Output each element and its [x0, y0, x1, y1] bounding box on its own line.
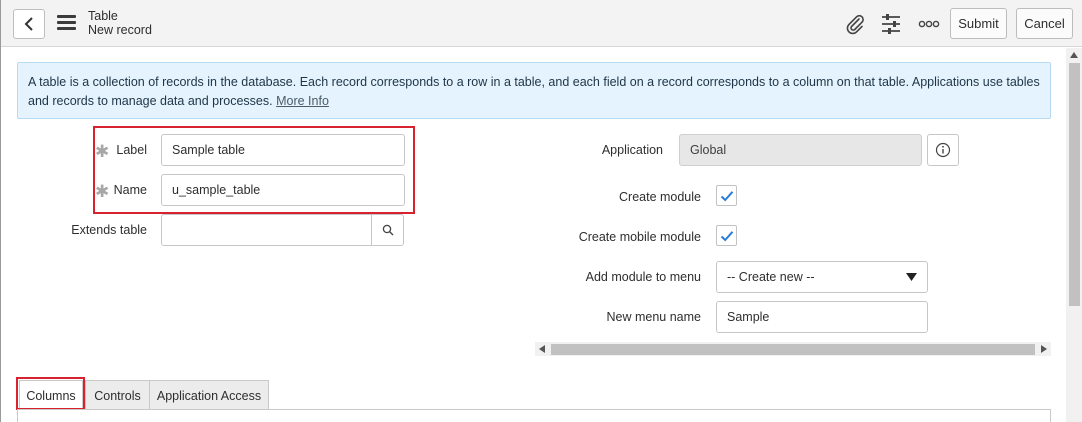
- new-menu-name-input[interactable]: Sample: [716, 301, 928, 333]
- info-text: A table is a collection of records in th…: [28, 75, 1040, 108]
- info-banner: A table is a collection of records in th…: [17, 62, 1051, 119]
- add-module-to-menu-label: Add module to menu: [585, 270, 701, 284]
- cancel-button[interactable]: Cancel: [1016, 8, 1073, 39]
- label-input[interactable]: Sample table: [161, 134, 405, 166]
- paperclip-icon[interactable]: [843, 12, 867, 36]
- application-field: Global: [679, 134, 922, 166]
- add-module-to-menu-value: -- Create new --: [727, 270, 815, 284]
- highlight-box-columns-tab: [16, 377, 85, 410]
- add-module-to-menu-select[interactable]: -- Create new --: [716, 261, 928, 293]
- extends-table-label: Extends table: [71, 223, 147, 237]
- horizontal-scrollbar[interactable]: [535, 342, 1051, 356]
- name-input[interactable]: u_sample_table: [161, 174, 405, 206]
- application-info-button[interactable]: [927, 134, 959, 166]
- scroll-up-icon[interactable]: [1070, 52, 1078, 58]
- tab-panel: [17, 409, 1051, 422]
- checkmark-icon: [720, 190, 733, 201]
- new-menu-name-label: New menu name: [606, 310, 702, 324]
- tab-controls[interactable]: Controls: [85, 380, 150, 410]
- checkmark-icon: [720, 230, 733, 241]
- settings-sliders-icon[interactable]: [879, 12, 903, 36]
- info-icon: [935, 142, 951, 158]
- extends-table-input[interactable]: [161, 214, 373, 246]
- create-module-checkbox[interactable]: [716, 185, 737, 206]
- scroll-left-icon[interactable]: [539, 345, 545, 353]
- create-module-label: Create module: [619, 190, 701, 204]
- back-icon: [24, 17, 33, 31]
- label-field-label: Label: [116, 143, 147, 157]
- form-title: Table: [88, 9, 118, 23]
- create-mobile-module-checkbox[interactable]: [716, 225, 737, 246]
- search-icon: [382, 224, 393, 236]
- more-options-icon[interactable]: [917, 12, 941, 36]
- form-subtitle: New record: [88, 23, 152, 37]
- extends-table-search-button[interactable]: [371, 214, 404, 246]
- tab-application-access[interactable]: Application Access: [149, 380, 269, 410]
- horizontal-scroll-thumb[interactable]: [551, 344, 1035, 355]
- scroll-right-icon[interactable]: [1041, 345, 1047, 353]
- application-label: Application: [601, 143, 663, 157]
- vertical-scrollbar[interactable]: [1066, 48, 1082, 422]
- vertical-scroll-thumb[interactable]: [1069, 63, 1080, 306]
- dropdown-arrow-icon: [906, 273, 917, 281]
- submit-button[interactable]: Submit: [950, 8, 1007, 39]
- back-button[interactable]: [13, 9, 45, 39]
- form-header: Table New record Submit Cancel: [1, 0, 1082, 47]
- name-field-label: Name: [113, 183, 147, 197]
- more-info-link[interactable]: More Info: [276, 94, 329, 108]
- create-mobile-module-label: Create mobile module: [578, 230, 701, 244]
- menu-icon[interactable]: [57, 15, 76, 31]
